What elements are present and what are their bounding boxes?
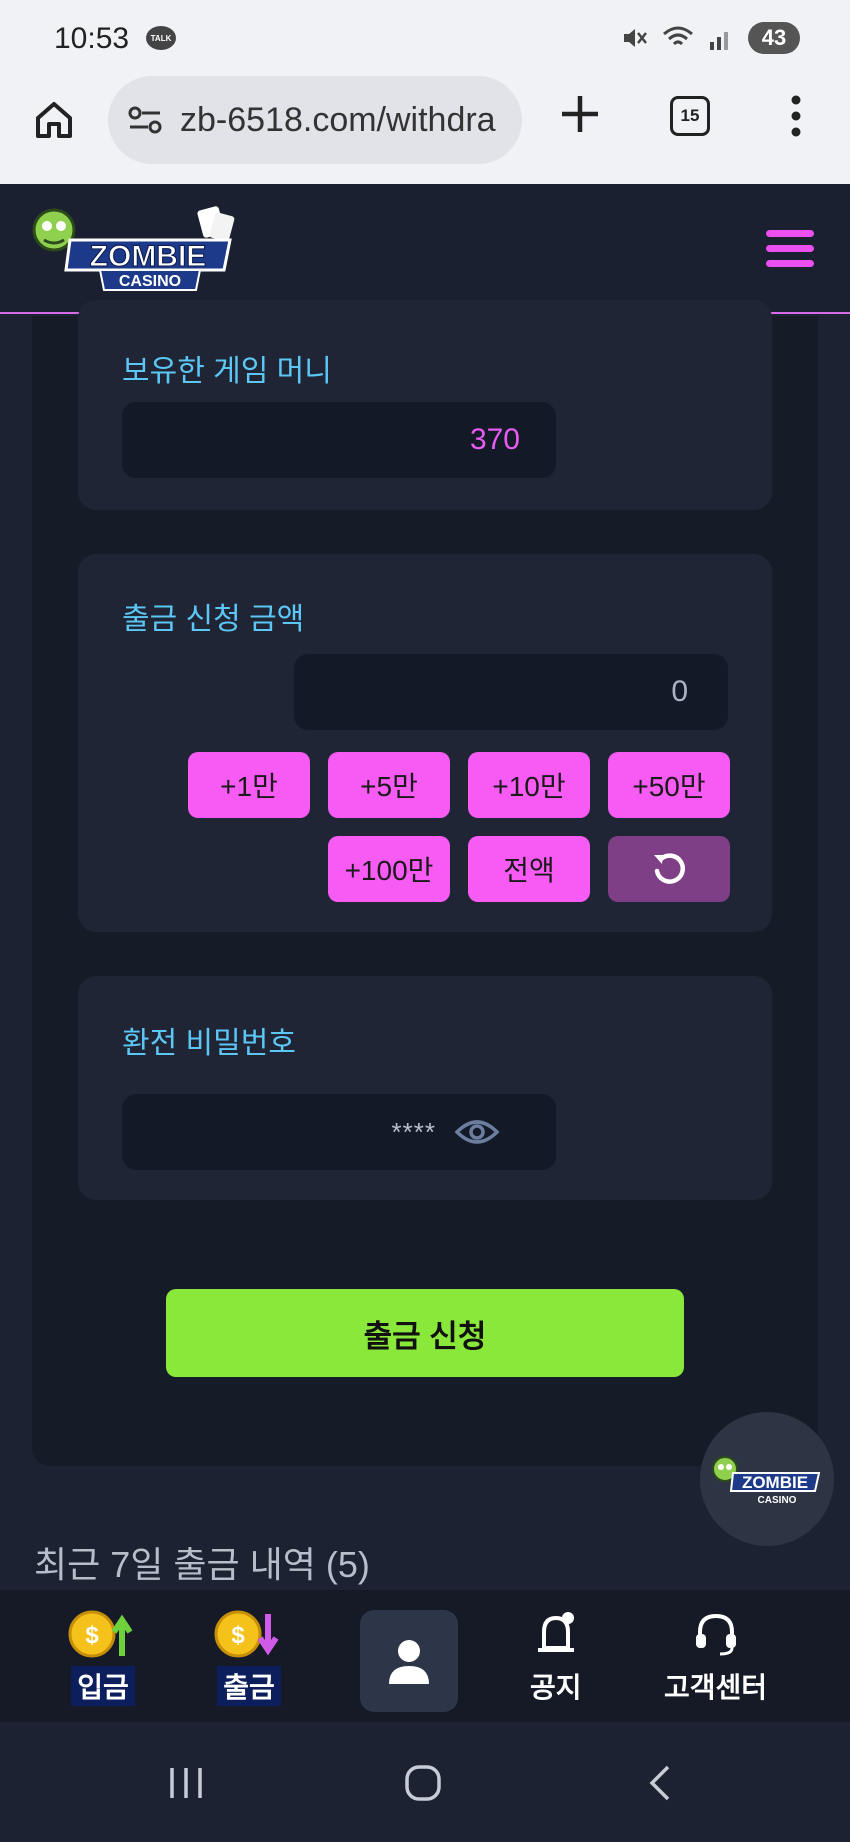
add-500k-button[interactable]: +50만 bbox=[608, 752, 730, 818]
mini-logo-sub-text: CASINO bbox=[758, 1495, 797, 1506]
talk-notification-icon: TALK bbox=[146, 26, 176, 50]
exchange-password-card: 환전 비밀번호 **** bbox=[78, 976, 772, 1200]
logo-main-text: ZOMBIE bbox=[90, 240, 207, 273]
hamburger-menu-icon[interactable] bbox=[766, 230, 814, 268]
game-money-field: 370 bbox=[122, 402, 556, 478]
url-text: zb-6518.com/withdra bbox=[180, 100, 496, 139]
headset-icon bbox=[695, 1613, 736, 1656]
add-1m-button[interactable]: +100만 bbox=[328, 836, 450, 902]
mini-logo-main-text: ZOMBIE bbox=[742, 1473, 808, 1492]
status-time: 10:53 bbox=[54, 22, 130, 55]
exchange-password-input[interactable]: **** bbox=[122, 1094, 556, 1170]
nav-deposit-label: 입금 bbox=[71, 1666, 135, 1706]
system-navigation-bar bbox=[0, 1722, 850, 1842]
withdraw-amount-label: 출금 신청 금액 bbox=[122, 603, 305, 636]
home-icon[interactable] bbox=[32, 98, 76, 142]
password-mask: **** bbox=[391, 1116, 436, 1147]
nav-notice-label: 공지 bbox=[530, 1672, 582, 1703]
user-icon bbox=[389, 1640, 429, 1684]
add-100k-button[interactable]: +10만 bbox=[468, 752, 590, 818]
mute-icon bbox=[624, 29, 647, 47]
deposit-coin-icon: $ bbox=[68, 1610, 133, 1658]
more-menu-icon[interactable] bbox=[790, 94, 802, 138]
battery-indicator: 43 bbox=[748, 22, 800, 54]
game-money-value: 370 bbox=[469, 423, 520, 456]
all-amount-button[interactable]: 전액 bbox=[468, 836, 590, 902]
recent-apps-icon[interactable] bbox=[168, 1766, 204, 1800]
nav-support[interactable]: 고객센터 bbox=[664, 1608, 767, 1706]
nav-deposit[interactable]: $ 입금 bbox=[66, 1608, 140, 1706]
withdraw-amount-card: 출금 신청 금액 0 +1만 +5만 +10만 +50만 +100만 전액 bbox=[78, 554, 772, 932]
logo-sub-text: CASINO bbox=[119, 273, 181, 290]
withdraw-panel: 보유한 게임 머니 370 출금 신청 금액 0 +1만 +5만 +10만 +5… bbox=[32, 300, 818, 1466]
browser-toolbar: zb-6518.com/withdra 15 bbox=[0, 76, 850, 184]
bottom-navigation: $ 입금 $ 출금 공지 고객센터 bbox=[0, 1590, 850, 1722]
site-settings-icon[interactable] bbox=[128, 105, 162, 135]
back-icon[interactable] bbox=[648, 1764, 672, 1802]
recent-withdraw-history-title: 최근 7일 출금 내역 (5) bbox=[34, 1544, 370, 1585]
nav-support-label: 고객센터 bbox=[664, 1672, 768, 1703]
status-bar: 10:53 TALK 43 bbox=[0, 0, 850, 76]
add-10k-button[interactable]: +1만 bbox=[188, 752, 310, 818]
site-header: ZOMBIE CASINO bbox=[0, 184, 850, 314]
system-home-icon[interactable] bbox=[404, 1764, 442, 1802]
exchange-password-label: 환전 비밀번호 bbox=[122, 1027, 296, 1060]
wifi-icon bbox=[663, 26, 693, 46]
show-password-icon[interactable] bbox=[454, 1115, 500, 1149]
nav-my-page[interactable] bbox=[360, 1610, 458, 1712]
tab-switcher-button[interactable]: 15 bbox=[670, 96, 710, 136]
nav-withdraw-label: 출금 bbox=[217, 1666, 281, 1706]
new-tab-icon[interactable] bbox=[558, 92, 602, 136]
zombie-casino-logo[interactable]: ZOMBIE CASINO bbox=[30, 200, 252, 300]
withdraw-amount-value: 0 bbox=[671, 675, 688, 708]
signal-icon bbox=[710, 32, 728, 50]
nav-withdraw[interactable]: $ 출금 bbox=[212, 1608, 286, 1706]
reset-icon bbox=[654, 853, 686, 884]
nav-notice[interactable]: 공지 bbox=[530, 1608, 582, 1706]
status-icons: 43 bbox=[620, 22, 800, 54]
reset-amount-button[interactable] bbox=[608, 836, 730, 902]
floating-logo-button[interactable]: ZOMBIE CASINO bbox=[700, 1412, 834, 1546]
game-money-label: 보유한 게임 머니 bbox=[122, 355, 332, 388]
svg-text:$: $ bbox=[231, 1622, 245, 1649]
notice-bell-icon bbox=[537, 1612, 574, 1652]
zombie-casino-mini-logo: ZOMBIE CASINO bbox=[712, 1456, 821, 1506]
add-50k-button[interactable]: +5만 bbox=[328, 752, 450, 818]
withdraw-amount-input[interactable]: 0 bbox=[294, 654, 728, 730]
withdraw-submit-button[interactable]: 출금 신청 bbox=[166, 1289, 684, 1377]
address-bar[interactable]: zb-6518.com/withdra bbox=[108, 76, 522, 164]
game-money-card: 보유한 게임 머니 370 bbox=[78, 300, 772, 510]
withdraw-coin-icon: $ bbox=[214, 1610, 279, 1658]
svg-text:$: $ bbox=[85, 1622, 99, 1649]
